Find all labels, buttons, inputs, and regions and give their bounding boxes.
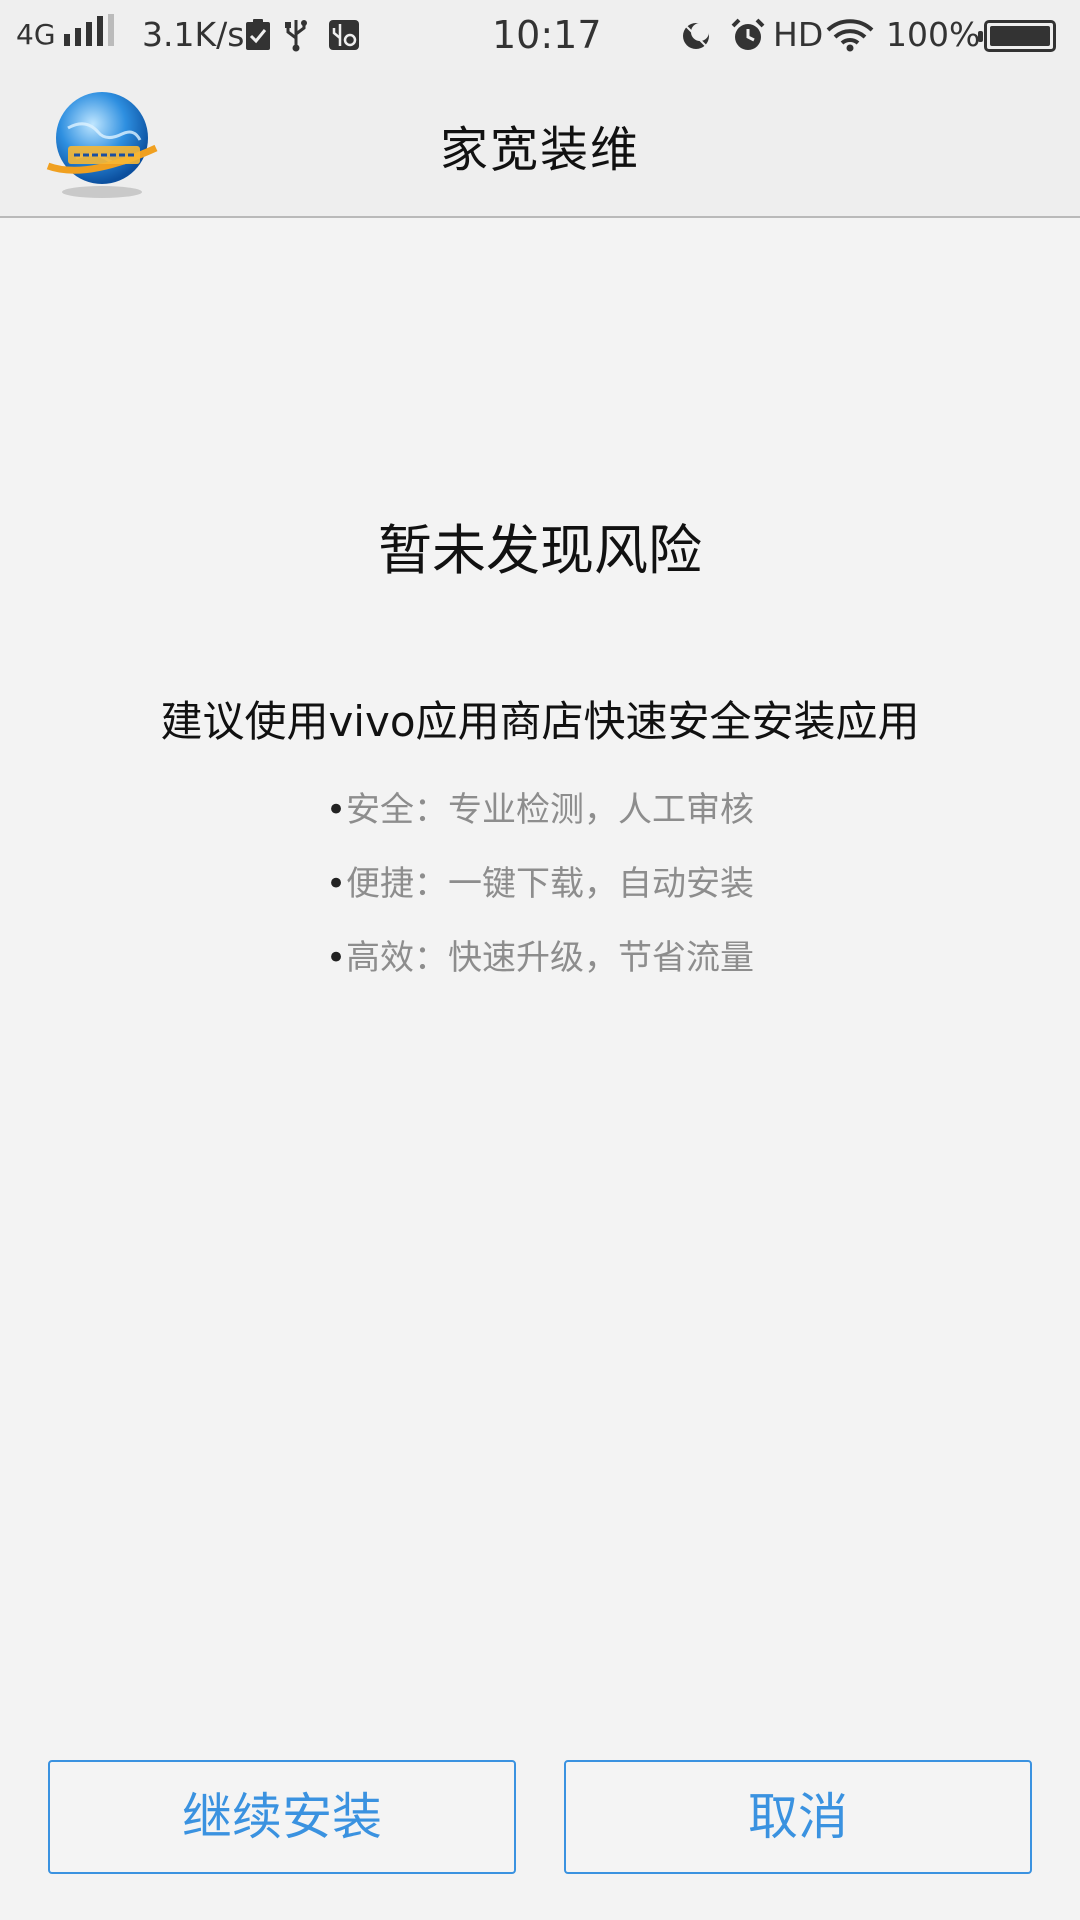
app-header: 家宽装维: [0, 70, 1080, 218]
install-risk-screen: 4G 3.1K/s 10:17 HD 100% 家宽装维 暂未发现风险 建议使用…: [0, 0, 1080, 1920]
benefit-text: 安全：专业检测，人工审核: [346, 790, 755, 830]
do-not-disturb-icon: [683, 23, 709, 49]
bullet: •: [325, 790, 347, 830]
app-title: 家宽装维: [439, 122, 640, 178]
continue-install-button[interactable]: 继续安装: [48, 1760, 516, 1874]
hd-badge: HD: [773, 15, 824, 54]
benefit-text: 高效：快速升级，节省流量: [346, 938, 755, 978]
benefit-item-convenience: •便捷：一键下载，自动安装: [0, 856, 1080, 905]
benefit-item-safety: •安全：专业检测，人工审核: [0, 782, 1080, 831]
benefit-text: 便捷：一键下载，自动安装: [346, 864, 755, 904]
benefit-item-efficiency: •高效：快速升级，节省流量: [0, 930, 1080, 979]
battery-icon: [978, 20, 1056, 52]
net-speed: 3.1K/s: [142, 15, 245, 54]
clock: 10:17: [492, 13, 602, 57]
usb-icon: [285, 20, 307, 52]
battery-percent: 100%: [886, 15, 981, 54]
cancel-button[interactable]: 取消: [564, 1760, 1032, 1874]
check-notification-icon: [246, 19, 270, 50]
result-title: 暂未发现风险: [378, 519, 702, 582]
signal-icon: [64, 14, 120, 46]
status-bar: 4G 3.1K/s 10:17 HD 100%: [0, 0, 1080, 70]
alarm-icon: [731, 18, 765, 50]
network-type: 4G: [16, 18, 56, 51]
recommend-text: 建议使用vivo应用商店快速安全安装应用: [160, 697, 920, 746]
usb-debug-icon: [329, 20, 359, 50]
bullet: •: [325, 938, 347, 978]
bullet: •: [325, 864, 347, 904]
wifi-icon: [826, 19, 874, 52]
